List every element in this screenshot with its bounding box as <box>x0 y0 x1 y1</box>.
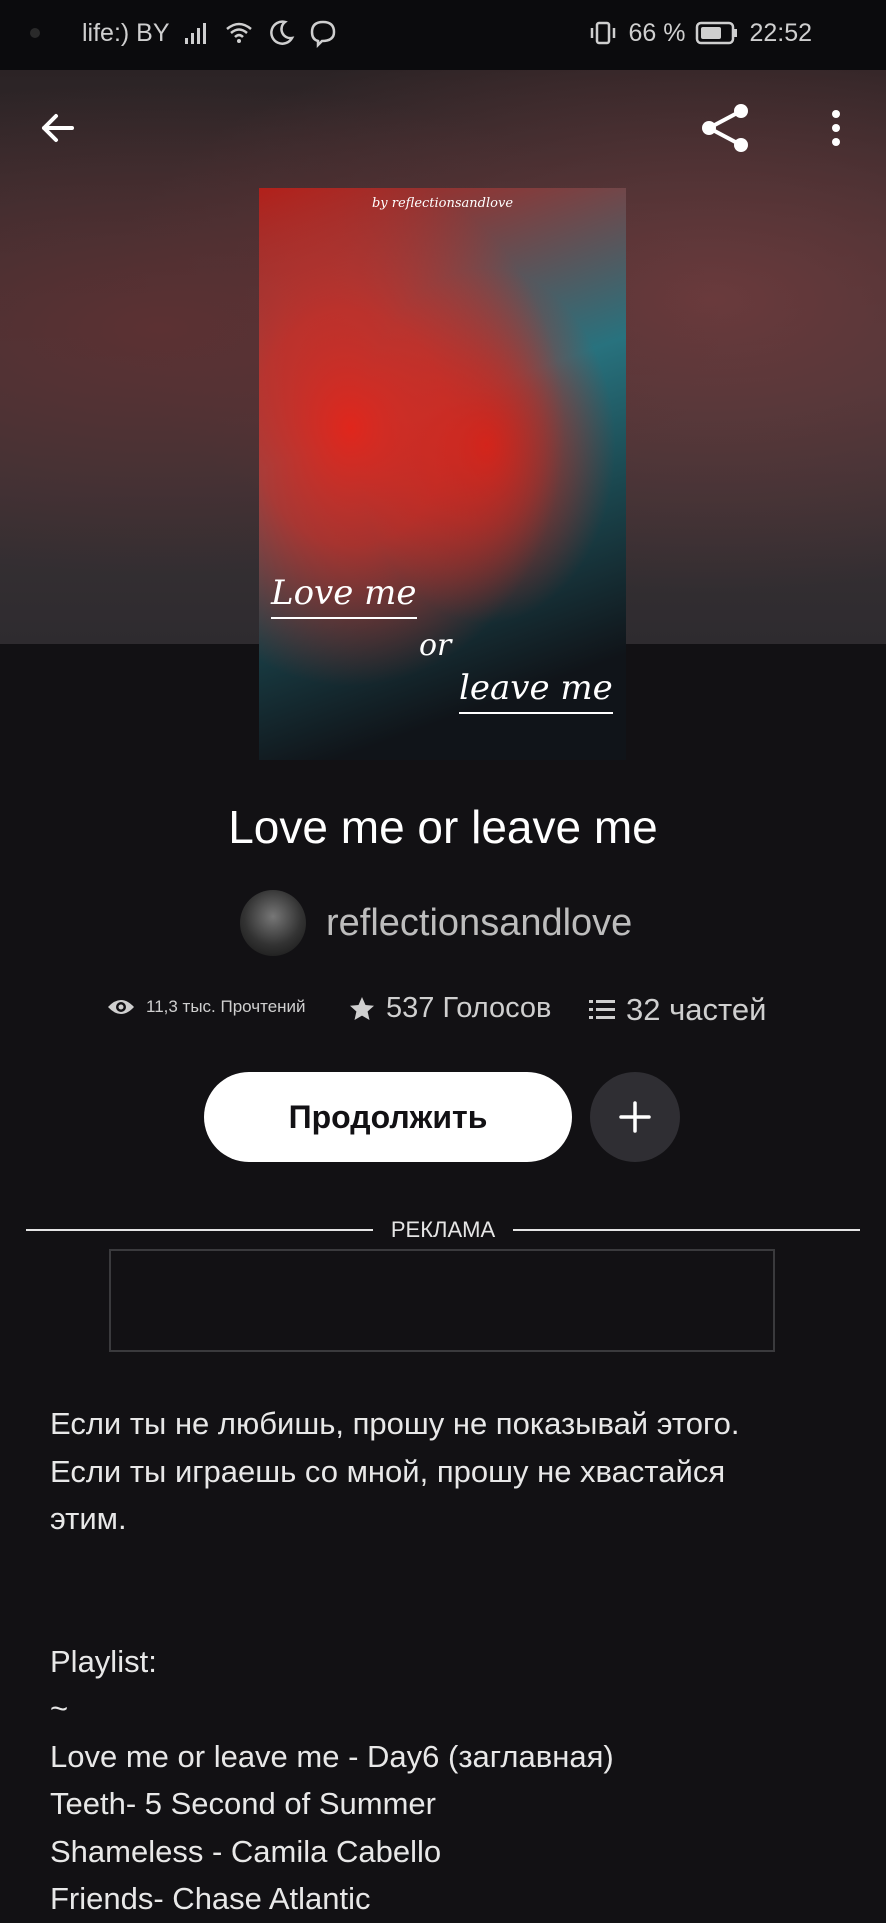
add-to-library-button[interactable] <box>590 1072 680 1162</box>
cover-byline: by reflectionsandlove <box>371 196 514 211</box>
story-description: Если ты не любишь, прошу не показывай эт… <box>50 1406 740 1916</box>
status-bar: life:) BY 66 % 22:52 <box>0 0 886 70</box>
book-title: Love me or leave me <box>228 801 658 853</box>
divider-line-right <box>513 1229 860 1231</box>
status-left: life:) BY <box>30 18 338 48</box>
ad-label: РЕКЛАМА <box>390 1217 496 1242</box>
ad-slot[interactable] <box>109 1249 775 1352</box>
ad-divider: РЕКЛАМА <box>26 1212 860 1248</box>
reads-stat: 11,3 тыс. Прочтений <box>106 996 306 1018</box>
star-icon <box>350 996 374 1020</box>
author-name[interactable]: reflectionsandlove <box>326 902 632 945</box>
eye-icon <box>108 1000 134 1014</box>
clock: 22:52 <box>749 18 812 47</box>
status-right: 66 % 22:52 <box>588 18 812 48</box>
cover-title-line1: Love me <box>271 573 417 619</box>
parts-stat[interactable]: 32 частей <box>588 992 766 1028</box>
camera-dot <box>30 28 40 38</box>
share-button[interactable] <box>690 92 762 164</box>
list-icon <box>589 1000 615 1019</box>
author-row[interactable]: reflectionsandlove <box>240 890 632 956</box>
vibrate-icon <box>591 21 616 45</box>
moon-icon <box>269 20 294 45</box>
viber-icon <box>310 20 335 48</box>
wifi-icon <box>225 22 252 43</box>
battery-icon <box>696 21 738 45</box>
divider-line-left <box>26 1229 373 1231</box>
plus-icon <box>619 1101 651 1133</box>
cover-title-line3: leave me <box>459 668 613 714</box>
battery-percent: 66 % <box>628 18 686 47</box>
avatar[interactable] <box>240 890 306 956</box>
carrier-label: life:) BY <box>82 18 170 47</box>
stats-row: 11,3 тыс. Прочтений 537 Голосов 32 часте… <box>0 990 886 1040</box>
continue-reading-button[interactable]: Продолжить <box>204 1072 572 1162</box>
more-vertical-icon <box>832 110 840 146</box>
votes-stat: 537 Голосов <box>348 992 551 1025</box>
votes-count: 537 Голосов <box>386 992 552 1024</box>
back-button[interactable] <box>22 92 94 164</box>
more-button[interactable] <box>800 92 872 164</box>
book-cover[interactable]: by reflectionsandlove Love me or leave m… <box>259 188 626 760</box>
share-icon <box>702 104 748 152</box>
parts-count[interactable]: 32 частей <box>626 992 766 1028</box>
back-arrow-icon <box>42 114 74 142</box>
cover-title-line2: or <box>419 628 452 663</box>
signal-icon <box>184 23 206 44</box>
reads-count: 11,3 тыс. Прочтений <box>146 997 306 1016</box>
